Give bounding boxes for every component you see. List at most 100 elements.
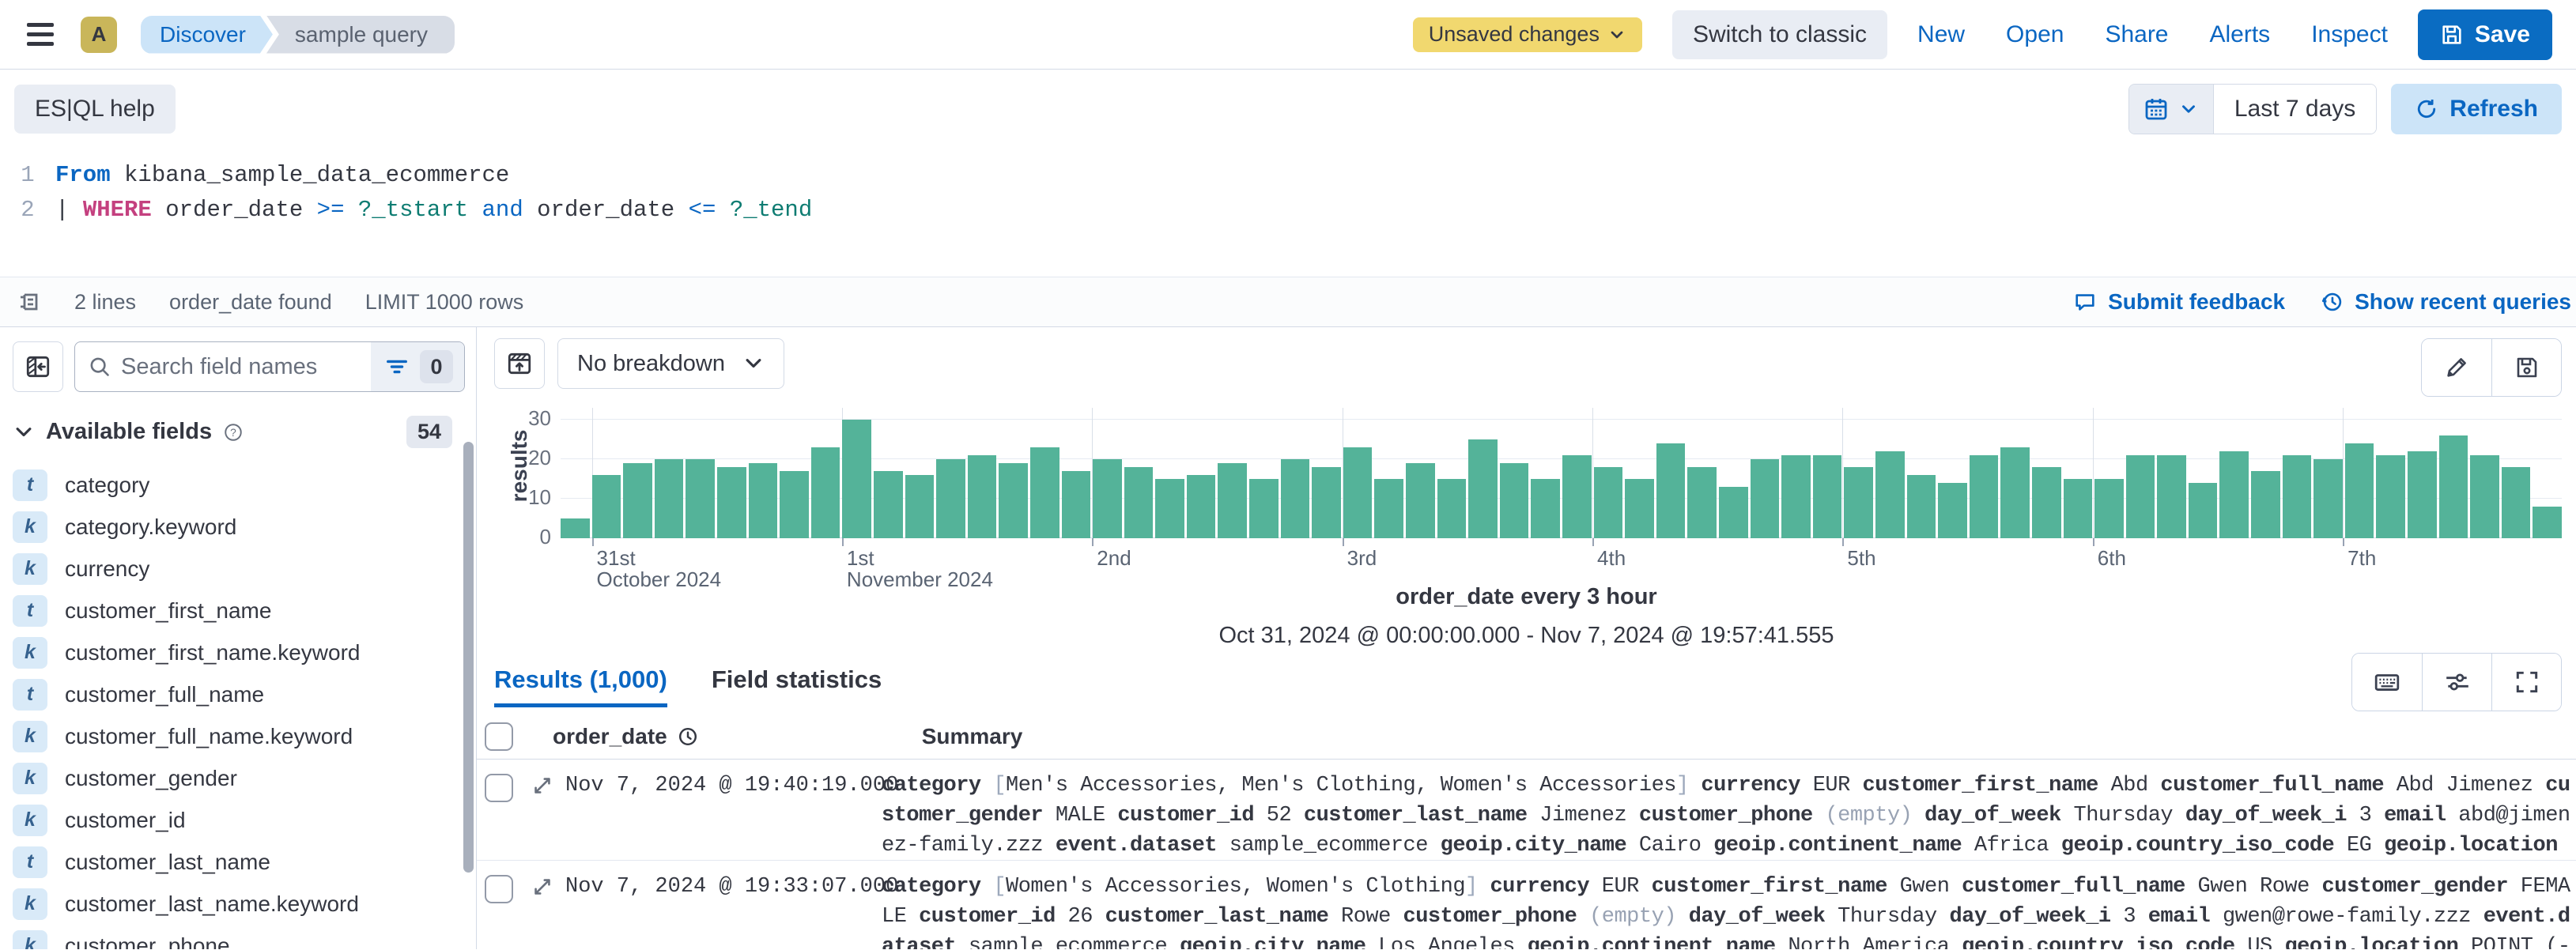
x-tick: 5th [1842, 538, 1875, 569]
submit-feedback-link[interactable]: Submit feedback [2073, 289, 2285, 315]
histogram-bar [2439, 435, 2468, 538]
menu-link-new[interactable]: New [1917, 21, 1965, 48]
row-checkbox[interactable] [485, 875, 513, 903]
field-name: customer_first_name.keyword [65, 640, 360, 665]
expand-row-icon[interactable] [531, 774, 554, 797]
histogram-bar [842, 420, 871, 538]
chart-plot-area[interactable] [561, 408, 2562, 538]
collapse-sidebar-button[interactable] [13, 341, 63, 392]
discover-content: No breakdown [477, 327, 2576, 949]
date-picker-quick-menu-button[interactable] [2129, 85, 2214, 134]
order-date-cell: Nov 7, 2024 @ 19:33:07.000 [565, 872, 882, 902]
x-tick: 7th [2343, 538, 2376, 569]
results-tabs: Results (1,000) Field statistics [494, 665, 2576, 707]
field-list-item[interactable]: kcustomer_phone [13, 925, 465, 949]
x-tick-label: 4th [1597, 548, 1626, 569]
tab-field-statistics[interactable]: Field statistics [712, 665, 882, 707]
histogram-bar [1468, 439, 1498, 538]
menu-link-open[interactable]: Open [2006, 21, 2064, 48]
field-list-item[interactable]: kcurrency [13, 548, 465, 590]
time-range-button[interactable]: Last 7 days [2214, 85, 2376, 134]
available-fields-header[interactable]: Available fields ? 54 [13, 416, 465, 448]
field-type-badge: k [13, 511, 47, 543]
unsaved-changes-badge[interactable]: Unsaved changes [1413, 17, 1642, 52]
save-button[interactable]: Save [2418, 9, 2552, 60]
switch-to-classic-button[interactable]: Switch to classic [1672, 10, 1887, 59]
tab-results[interactable]: Results (1,000) [494, 665, 667, 707]
field-list-item[interactable]: kcustomer_full_name.keyword [13, 715, 465, 757]
histogram-chart: results 0102030 [494, 408, 2562, 538]
y-tick-label: 30 [528, 406, 551, 431]
breakdown-select[interactable]: No breakdown [557, 338, 784, 389]
menu-hamburger-icon[interactable] [24, 20, 57, 49]
histogram-bar [1218, 463, 1247, 538]
search-field-names-input[interactable] [121, 354, 371, 380]
x-tick-label: 31stOctober 2024 [597, 548, 722, 590]
sidebar-scrollbar[interactable] [463, 442, 474, 873]
kibana-discover-app: A Discover sample query Unsaved changes … [0, 0, 2576, 950]
field-list-item[interactable]: kcategory.keyword [13, 506, 465, 548]
field-list-item[interactable]: kcustomer_id [13, 799, 465, 841]
field-list-item[interactable]: k customer_first_name.keyword [13, 631, 465, 673]
save-visualization-button[interactable] [2491, 339, 2561, 396]
histogram-bar [1781, 455, 1811, 538]
column-header-order-date[interactable]: order_date [553, 724, 699, 749]
y-tick-label: 20 [528, 446, 551, 470]
space-avatar[interactable]: A [81, 17, 117, 53]
history-clock-icon [2320, 290, 2344, 314]
query-toolbar: ES|QL help Last 7 days Refre [0, 70, 2576, 149]
header-menu-links: New Open Share Alerts Inspect [1917, 21, 2388, 48]
field-list-item[interactable]: t customer_first_name [13, 590, 465, 631]
histogram-bar [780, 471, 809, 538]
results-table-body: Nov 7, 2024 @ 19:40:19.000category [Men'… [477, 760, 2576, 949]
menu-link-share[interactable]: Share [2105, 21, 2168, 48]
column-header-summary[interactable]: Summary [922, 724, 1023, 749]
field-list-item[interactable]: tcategory [13, 464, 465, 506]
filter-icon [385, 355, 409, 379]
field-filter-button[interactable]: 0 [371, 342, 464, 391]
field-type-badge: k [13, 637, 47, 669]
collapse-panel-icon [25, 353, 51, 380]
field-list-item[interactable]: kcustomer_gender [13, 757, 465, 799]
histogram-bar [1719, 487, 1748, 538]
histogram-bar [1907, 475, 1936, 538]
field-name: customer_gender [65, 766, 237, 791]
keyboard-shortcuts-button[interactable] [2352, 654, 2422, 711]
row-checkbox[interactable] [485, 774, 513, 802]
x-tick: 6th [2093, 538, 2126, 569]
expand-row-icon[interactable] [531, 875, 554, 899]
field-list-item[interactable]: tcustomer_full_name [13, 673, 465, 715]
histogram-bar [1155, 479, 1184, 538]
field-list-item[interactable]: tcustomer_last_name [13, 841, 465, 883]
field-list-item[interactable]: kcustomer_last_name.keyword [13, 883, 465, 925]
question-circle-icon[interactable]: ? [223, 422, 244, 443]
esql-query-editor[interactable]: 1From kibana_sample_data_ecommerce2| WHE… [0, 149, 2576, 277]
x-tick-label: 5th [1847, 548, 1875, 569]
feedback-bubble-icon [2073, 290, 2097, 314]
editor-line[interactable]: 1From kibana_sample_data_ecommerce [0, 158, 2576, 193]
show-recent-queries-link[interactable]: Show recent queries [2320, 289, 2571, 315]
menu-link-alerts[interactable]: Alerts [2210, 21, 2271, 48]
histogram-bar [1406, 463, 1435, 538]
histogram-bar [1374, 479, 1403, 538]
editor-line[interactable]: 2| WHERE order_date >= ?_tstart and orde… [0, 193, 2576, 228]
field-name: customer_first_name [65, 598, 271, 624]
menu-link-inspect[interactable]: Inspect [2311, 21, 2388, 48]
histogram-bar [561, 518, 590, 538]
histogram-bar [1062, 471, 1091, 538]
hide-chart-button[interactable] [494, 338, 545, 389]
field-type-badge: t [13, 595, 47, 627]
histogram-bar [936, 459, 965, 538]
display-options-button[interactable] [2422, 654, 2491, 711]
refresh-button[interactable]: Refresh [2391, 84, 2562, 134]
edit-visualization-button[interactable] [2422, 339, 2491, 396]
chart-x-axis: 31stOctober 20241stNovember 20242nd3rd4t… [561, 538, 2562, 581]
select-all-checkbox[interactable] [485, 722, 513, 751]
calendar-icon [2144, 96, 2169, 122]
fullscreen-button[interactable] [2491, 654, 2561, 711]
esql-help-button[interactable]: ES|QL help [14, 85, 176, 134]
pencil-icon [2444, 355, 2469, 380]
breadcrumb-discover[interactable]: Discover [141, 16, 273, 54]
line-count-label: 2 lines [74, 290, 136, 315]
histogram-bar [2126, 455, 2155, 538]
